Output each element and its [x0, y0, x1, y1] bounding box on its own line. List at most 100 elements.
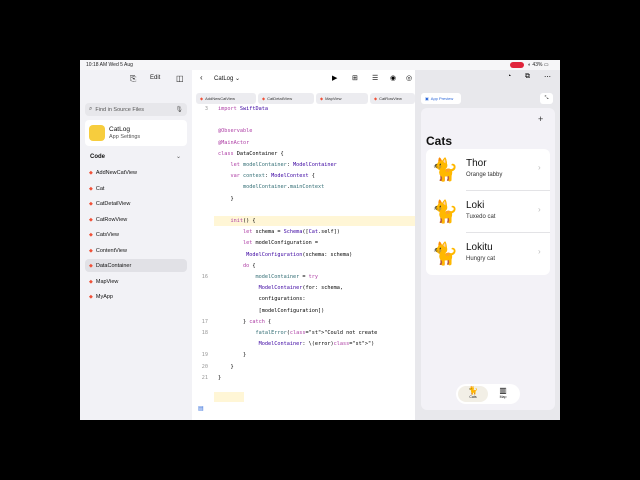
- swift-file-icon: ◆: [89, 185, 93, 192]
- tab-catrowview[interactable]: ◆ CatRowView: [370, 93, 415, 104]
- more-icon[interactable]: ⋯: [544, 73, 551, 81]
- cat-subtitle: Hungry cat: [466, 256, 496, 262]
- file-item[interactable]: ◆ ContentView: [85, 244, 187, 257]
- line-number: 18: [201, 330, 208, 336]
- tab-label: CatRowView: [379, 96, 402, 101]
- swift-file-icon: ◆: [320, 96, 324, 101]
- tab-mapview[interactable]: ◆ MapView: [316, 93, 368, 104]
- file-label: CatRowView: [95, 216, 128, 223]
- swift-file-icon: ◆: [89, 247, 93, 254]
- chevron-right-icon: ›: [538, 247, 541, 256]
- code-line: @MainActor: [218, 139, 250, 146]
- cat-icon: 🐈: [431, 199, 459, 224]
- tab-map[interactable]: ▥ Map: [488, 386, 518, 402]
- sidebar: ⎘ Edit ◫ ⌕ Find in Source Files 🎙 CatLog…: [80, 70, 192, 420]
- project-title[interactable]: CatLog ⌄: [214, 75, 240, 82]
- code-editor: ‹ CatLog ⌄ ▶ ⊞ ☰ ◉ ◎ ◆ AddNewCatView ◆ Cat…: [192, 70, 415, 420]
- project-settings-item[interactable]: CatLog App Settings: [85, 120, 187, 146]
- code-line: init() {: [230, 218, 256, 224]
- app-icon-small: ▣: [425, 96, 429, 101]
- project-title-text: CatLog: [214, 76, 234, 82]
- search-icon: ⌕: [89, 106, 93, 112]
- cat-row-loki[interactable]: 🐈 Loki Tuxedo cat ›: [426, 191, 550, 233]
- tab-label: Map: [499, 395, 507, 399]
- swift-file-icon: ◆: [89, 262, 93, 269]
- battery-indicator: ◐ 43% ▭: [528, 62, 549, 68]
- code-line: let modelContainer: ModelContainer: [230, 162, 337, 168]
- search-placeholder: Find in Source Files: [95, 106, 144, 113]
- cat-name: Lokitu: [466, 242, 493, 253]
- cat-row-thor[interactable]: 🐈 Thor Orange tabby ›: [426, 149, 550, 191]
- expand-icon[interactable]: ⤡: [540, 93, 553, 104]
- search-input[interactable]: ⌕ Find in Source Files 🎙: [85, 103, 187, 116]
- back-chevron-icon[interactable]: ‹: [200, 73, 203, 82]
- tab-cats[interactable]: 🐈 Cats: [458, 386, 488, 402]
- code-line: modelContainer = try: [255, 274, 318, 280]
- file-item[interactable]: ◆ CatsView: [85, 228, 187, 241]
- battery-text: 43%: [532, 62, 543, 68]
- code-section-header[interactable]: Code: [90, 154, 105, 160]
- swift-file-icon: ◆: [200, 96, 204, 101]
- tab-addnewcatview[interactable]: ◆ AddNewCatView: [196, 93, 256, 104]
- microphone-icon[interactable]: 🎙: [175, 106, 183, 113]
- file-tabs: ◆ AddNewCatView ◆ CatDetailView ◆ MapView ◆…: [196, 93, 415, 104]
- file-label: MyApp: [95, 293, 113, 300]
- code-line: }: [218, 352, 247, 359]
- app-preview-canvas: + Cats 🐈 Thor Orange tabby › 🐈 Loki Tuxe…: [421, 108, 555, 410]
- list-icon[interactable]: ☰: [372, 74, 378, 82]
- code-line: }: [218, 195, 234, 202]
- file-item[interactable]: ◆ MyApp: [85, 290, 187, 303]
- run-icon[interactable]: ▶: [332, 74, 337, 82]
- chevron-down-icon[interactable]: ⌄: [176, 153, 181, 160]
- cats-list: 🐈 Thor Orange tabby › 🐈 Loki Tuxedo cat …: [426, 149, 550, 275]
- code-line: var context: ModelContext {: [230, 173, 315, 180]
- code-line: modelContainer.mainContext: [243, 184, 325, 191]
- cat-name: Loki: [466, 200, 485, 211]
- cat-name: Thor: [466, 158, 487, 169]
- line-number: 19: [201, 352, 208, 359]
- add-icon[interactable]: ⊞: [352, 74, 358, 82]
- file-label: MapView: [95, 278, 119, 285]
- code-line: let modelConfiguration =: [243, 240, 318, 247]
- file-item[interactable]: ◆ CatRowView: [85, 213, 187, 226]
- tab-label: AddNewCatView: [205, 96, 236, 101]
- swift-file-icon: ◆: [89, 200, 93, 207]
- brace-highlight: [214, 392, 244, 402]
- record-icon[interactable]: ◉: [390, 74, 396, 82]
- code-line: class DataContainer {: [218, 150, 284, 157]
- file-item[interactable]: ◆ MapView: [85, 275, 187, 288]
- gauge-icon[interactable]: ◔: [507, 73, 511, 80]
- add-cat-button[interactable]: +: [538, 114, 543, 124]
- library-icon[interactable]: ⧉: [525, 73, 530, 81]
- tab-catdetailview[interactable]: ◆ CatDetailView: [258, 93, 314, 104]
- share-icon[interactable]: ⎘: [130, 74, 136, 84]
- line-number: 21: [201, 374, 208, 381]
- palette-icon[interactable]: ◎: [406, 74, 412, 82]
- code-line: let schema = Schema([Cat.self]): [243, 229, 340, 236]
- file-item[interactable]: ◆ AddNewCatView: [85, 166, 187, 179]
- line-number: 3: [204, 106, 208, 112]
- code-line: [modelConfiguration]): [218, 307, 325, 314]
- file-item[interactable]: ◆ Cat: [85, 182, 187, 195]
- sidebar-toggle-icon[interactable]: ◫: [176, 74, 184, 83]
- line-number: 17: [201, 318, 208, 325]
- swift-file-icon: ◆: [89, 278, 93, 285]
- swift-file-icon: ◆: [89, 169, 93, 176]
- code-line: }: [218, 363, 234, 370]
- swift-file-icon: ◆: [89, 293, 93, 300]
- file-label: ContentView: [95, 247, 127, 254]
- code-line: do {: [243, 262, 256, 269]
- code-line: ModelContainer(for: schema,: [258, 285, 343, 292]
- navigator-icon[interactable]: ▤: [198, 405, 204, 412]
- app-preview-button[interactable]: ▣ App Preview: [421, 93, 461, 104]
- code-area[interactable]: 3 import SwiftData @Observable @MainActor cl…: [192, 106, 415, 406]
- file-item-selected[interactable]: ◆ DataContainer: [85, 259, 187, 272]
- code-line: import SwiftData: [218, 106, 268, 112]
- code-line: @Observable: [218, 128, 253, 135]
- edit-button[interactable]: Edit: [150, 75, 160, 81]
- file-item[interactable]: ◆ CatDetailView: [85, 197, 187, 210]
- cat-row-lokitu[interactable]: 🐈 Lokitu Hungry cat ›: [426, 233, 550, 275]
- project-subtitle: App Settings: [109, 134, 141, 140]
- swift-file-icon: ◆: [262, 96, 266, 101]
- file-label: DataContainer: [95, 262, 132, 269]
